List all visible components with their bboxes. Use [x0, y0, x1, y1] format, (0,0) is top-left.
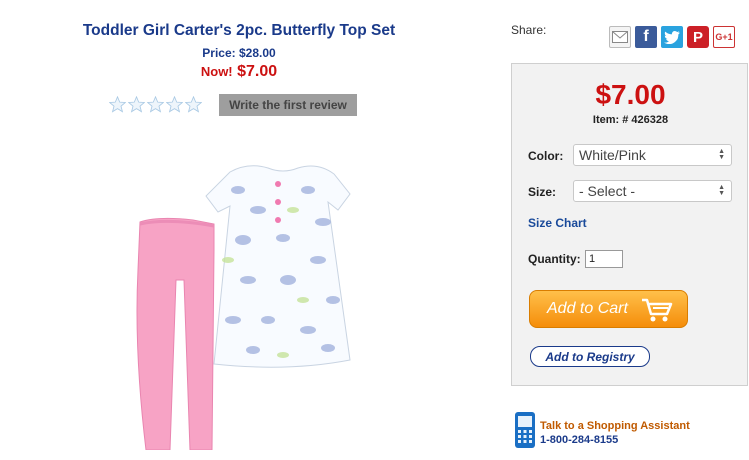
assistant-phone: 1-800-284-8155: [540, 434, 619, 446]
size-select-value: - Select -: [579, 183, 636, 199]
rating-stars: [109, 96, 202, 113]
facebook-icon[interactable]: f: [635, 26, 657, 48]
product-title: Toddler Girl Carter's 2pc. Butterfly Top…: [82, 22, 396, 39]
share-label: Share:: [511, 23, 547, 37]
share-icons: f P G+1: [609, 26, 735, 48]
size-select[interactable]: - Select - ▲ ▼: [573, 180, 732, 202]
buy-box-price: $7.00: [595, 79, 666, 110]
star-icon: [109, 96, 126, 113]
cart-icon: [642, 298, 673, 322]
mail-icon[interactable]: [609, 26, 631, 48]
color-select-value: White/Pink: [579, 147, 646, 163]
item-number: Item: # 426328: [592, 114, 669, 126]
color-select[interactable]: White/Pink ▲ ▼: [573, 144, 732, 166]
assistant-title: Talk to a Shopping Assistant: [540, 420, 690, 432]
buy-box: $7.00 Item: # 426328 Color: White/Pink ▲…: [511, 63, 748, 386]
size-chart-link[interactable]: Size Chart: [528, 216, 587, 230]
star-icon: [128, 96, 145, 113]
quantity-input[interactable]: 1: [585, 250, 623, 268]
select-arrows-icon: ▲ ▼: [718, 148, 725, 161]
star-icon: [166, 96, 183, 113]
add-to-registry-button[interactable]: Add to Registry: [530, 346, 650, 367]
color-label: Color:: [528, 149, 564, 163]
phone-icon: [515, 412, 535, 448]
now-price: $7.00: [237, 63, 278, 80]
write-review-button[interactable]: Write the first review: [219, 94, 357, 116]
product-image[interactable]: [118, 150, 378, 450]
select-arrows-icon: ▲ ▼: [718, 184, 725, 197]
quantity-label: Quantity:: [528, 252, 581, 266]
assistant-text: Talk to a Shopping Assistant 1-800-284-8…: [540, 419, 690, 447]
pinterest-icon[interactable]: P: [687, 26, 709, 48]
sale-price-line: Now! $7.00: [60, 63, 418, 81]
size-label: Size:: [528, 185, 557, 199]
shopping-assistant[interactable]: Talk to a Shopping Assistant 1-800-284-8…: [514, 411, 690, 449]
original-price: Price: $28.00: [202, 46, 276, 60]
add-to-cart-label: Add to Cart: [547, 300, 628, 317]
star-icon: [147, 96, 164, 113]
now-label: Now!: [200, 64, 233, 79]
google-plus-icon[interactable]: G+1: [713, 26, 735, 48]
star-icon: [185, 96, 202, 113]
add-to-cart-button[interactable]: Add to Cart: [529, 290, 688, 328]
twitter-icon[interactable]: [661, 26, 683, 48]
